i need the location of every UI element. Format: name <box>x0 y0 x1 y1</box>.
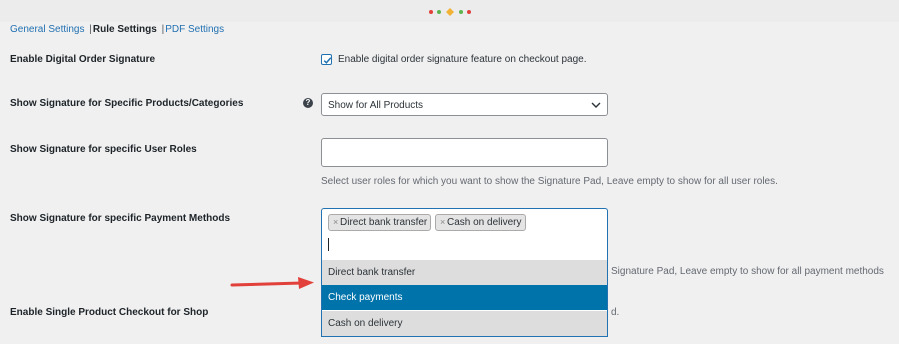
user-roles-description: Select user roles for which you want to … <box>321 176 778 187</box>
enable-signature-checkbox[interactable] <box>321 54 332 65</box>
close-icon[interactable]: × <box>440 217 445 227</box>
help-icon[interactable]: ? <box>303 98 313 108</box>
decorative-dots-icon <box>429 8 471 16</box>
tab-separator: | <box>161 24 165 35</box>
payment-methods-multiselect[interactable]: × Direct bank transfer × Cash on deliver… <box>321 208 608 260</box>
settings-tabs: General Settings |Rule Settings |PDF Set… <box>10 24 224 35</box>
arrow-right-icon <box>230 277 314 289</box>
single-product-description: d. <box>611 307 620 318</box>
payment-option[interactable]: Cash on delivery <box>322 311 607 336</box>
payment-options-dropdown: Direct bank transfer Check payments Cash… <box>321 260 608 337</box>
enable-signature-checkbox-label[interactable]: Enable digital order signature feature o… <box>338 54 587 65</box>
check-icon <box>323 57 332 64</box>
payment-methods-label: Show Signature for specific Payment Meth… <box>10 213 231 224</box>
single-product-checkout-label: Enable Single Product Checkout for Shop <box>10 307 209 318</box>
user-roles-input[interactable] <box>321 138 608 167</box>
products-select[interactable]: Show for All Products <box>321 93 608 116</box>
tab-separator: | <box>89 24 92 35</box>
payment-option[interactable]: Direct bank transfer <box>322 260 607 285</box>
payment-chip: × Cash on delivery <box>435 214 526 231</box>
payment-chip: × Direct bank transfer <box>328 214 431 231</box>
tab-pdf-settings[interactable]: PDF Settings <box>165 24 224 35</box>
chevron-down-icon <box>591 102 601 108</box>
top-bar <box>0 0 899 22</box>
payment-chip-label: Direct bank transfer <box>340 217 428 228</box>
user-roles-label: Show Signature for specific User Roles <box>10 144 197 155</box>
tab-rule-settings[interactable]: Rule Settings <box>93 24 157 35</box>
enable-signature-label: Enable Digital Order Signature <box>10 54 156 65</box>
products-select-value: Show for All Products <box>328 100 424 111</box>
specific-products-label: Show Signature for Specific Products/Cat… <box>10 98 244 109</box>
close-icon[interactable]: × <box>333 217 338 227</box>
search-caret <box>328 238 329 251</box>
payment-chip-label: Cash on delivery <box>447 217 522 228</box>
payment-methods-description: Signature Pad, Leave empty to show for a… <box>611 266 884 277</box>
payment-option-highlighted[interactable]: Check payments <box>322 285 607 310</box>
tab-general-settings[interactable]: General Settings <box>10 24 85 35</box>
